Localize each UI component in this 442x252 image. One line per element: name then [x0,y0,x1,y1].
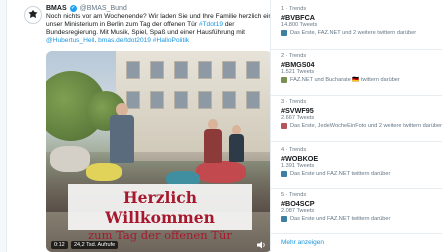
trend-tweet-count: 2.087 Tweets [281,208,315,214]
divider [271,188,442,189]
trend-context-text: Das Erste, FAZ.NET und 2 weitere twitter… [290,30,417,36]
trend-item[interactable]: 3 · Trends #SVWF95 2.667 Tweets Das Erst… [281,99,442,130]
verified-badge-icon: ✓ [69,5,77,12]
tweet[interactable]: BMAS ✓ @BMAS_Bund Noch nichts vor am Woc… [20,0,279,252]
divider [271,233,442,234]
trend-rank: 4 · Trends [281,147,307,153]
trend-item[interactable]: 1 · Trends #BVBFCA 14.800 Tweets Das Ers… [281,6,439,37]
trend-rank: 2 · Trends [281,53,307,59]
author-name[interactable]: BMAS [46,5,67,12]
trend-context: FAZ.NET und Bucharate 🇩🇪 twittern darübe… [281,76,439,84]
trend-tweet-count: 2.667 Tweets [281,115,315,121]
trend-item[interactable]: 2 · Trends #BMGS04 1.521 Tweets FAZ.NET … [281,53,439,84]
tweet-text: Noch nichts vor am Wochenende? Wir laden… [46,13,284,45]
federal-eagle-icon [28,10,38,18]
context-avatar-icon [281,171,287,177]
trend-rank: 1 · Trends [281,6,307,12]
context-avatar-icon [281,77,287,83]
trend-item[interactable]: 5 · Trends #BO4SCP 2.087 Tweets Das Erst… [281,192,439,223]
welcome-banner: Herzlich Willkommen zum Tag der offenen … [68,184,252,242]
video-background-building [116,51,272,161]
trend-context: Das Erste und FAZ.NET twittern darüber [281,215,439,223]
volume-icon[interactable] [257,241,267,249]
sidebar-edge [0,0,7,252]
trend-rank: 5 · Trends [281,192,307,198]
trend-hashtag[interactable]: #WOBKOE [281,154,439,163]
show-more-link[interactable]: Mehr anzeigen [281,239,324,246]
tweet-header: BMAS ✓ @BMAS_Bund [46,5,127,12]
trend-context: Das Erste, FAZ.NET und 2 weitere twitter… [281,29,439,37]
trend-context: Das Erste und FAZ.NET twittern darüber [281,170,439,178]
context-avatar-icon [281,123,287,129]
tweet-text-part: Noch nichts vor am Wochenende? Wir laden… [46,13,279,29]
trend-context-text: Das Erste, JedeWocheEinFoto und 2 weiter… [290,123,442,129]
video-views: 24,2 Tsd. Aufrufe [71,241,119,249]
trend-tweet-count: 14.800 Tweets [281,22,318,28]
divider [271,95,442,96]
trend-rank: 3 · Trends [281,99,307,105]
avatar[interactable] [24,6,42,24]
trend-context-text: FAZ.NET und Bucharate 🇩🇪 twittern darübe… [290,77,400,83]
divider [271,141,442,142]
trend-context-text: Das Erste und FAZ.NET twittern darüber [290,171,391,177]
trend-tweet-count: 1.521 Tweets [281,69,315,75]
trend-hashtag[interactable]: #SVWF95 [281,106,439,115]
mention-link[interactable]: @Hubertus_Heil [46,37,94,44]
trend-context-text: Das Erste und FAZ.NET twittern darüber [290,216,391,222]
trend-hashtag[interactable]: #BVBFCA [281,13,439,22]
trend-item[interactable]: 4 · Trends #WOBKOE 1.391 Tweets Das Erst… [281,147,439,178]
trend-hashtag[interactable]: #BMGS04 [281,60,439,69]
author-handle[interactable]: @BMAS_Bund [80,5,127,12]
trend-tweet-count: 1.391 Tweets [281,163,315,169]
trend-hashtag[interactable]: #BO4SCP [281,199,439,208]
trend-context: Das Erste, JedeWocheEinFoto und 2 weiter… [281,122,442,130]
divider [271,49,442,50]
context-avatar-icon [281,30,287,36]
welcome-title: Herzlich Willkommen [105,188,215,227]
tweet-video[interactable]: Herzlich Willkommen zum Tag der offenen … [46,51,272,252]
context-avatar-icon [281,216,287,222]
video-time: 0:12 [51,241,68,249]
url-link[interactable]: bmas.de/tdot2019 [98,37,151,44]
hashtag-link[interactable]: #Tdot19 [199,21,223,28]
hashtag-link[interactable]: #HalloPolitik [153,37,189,44]
trends-panel: 1 · Trends #BVBFCA 14.800 Tweets Das Ers… [270,0,442,252]
